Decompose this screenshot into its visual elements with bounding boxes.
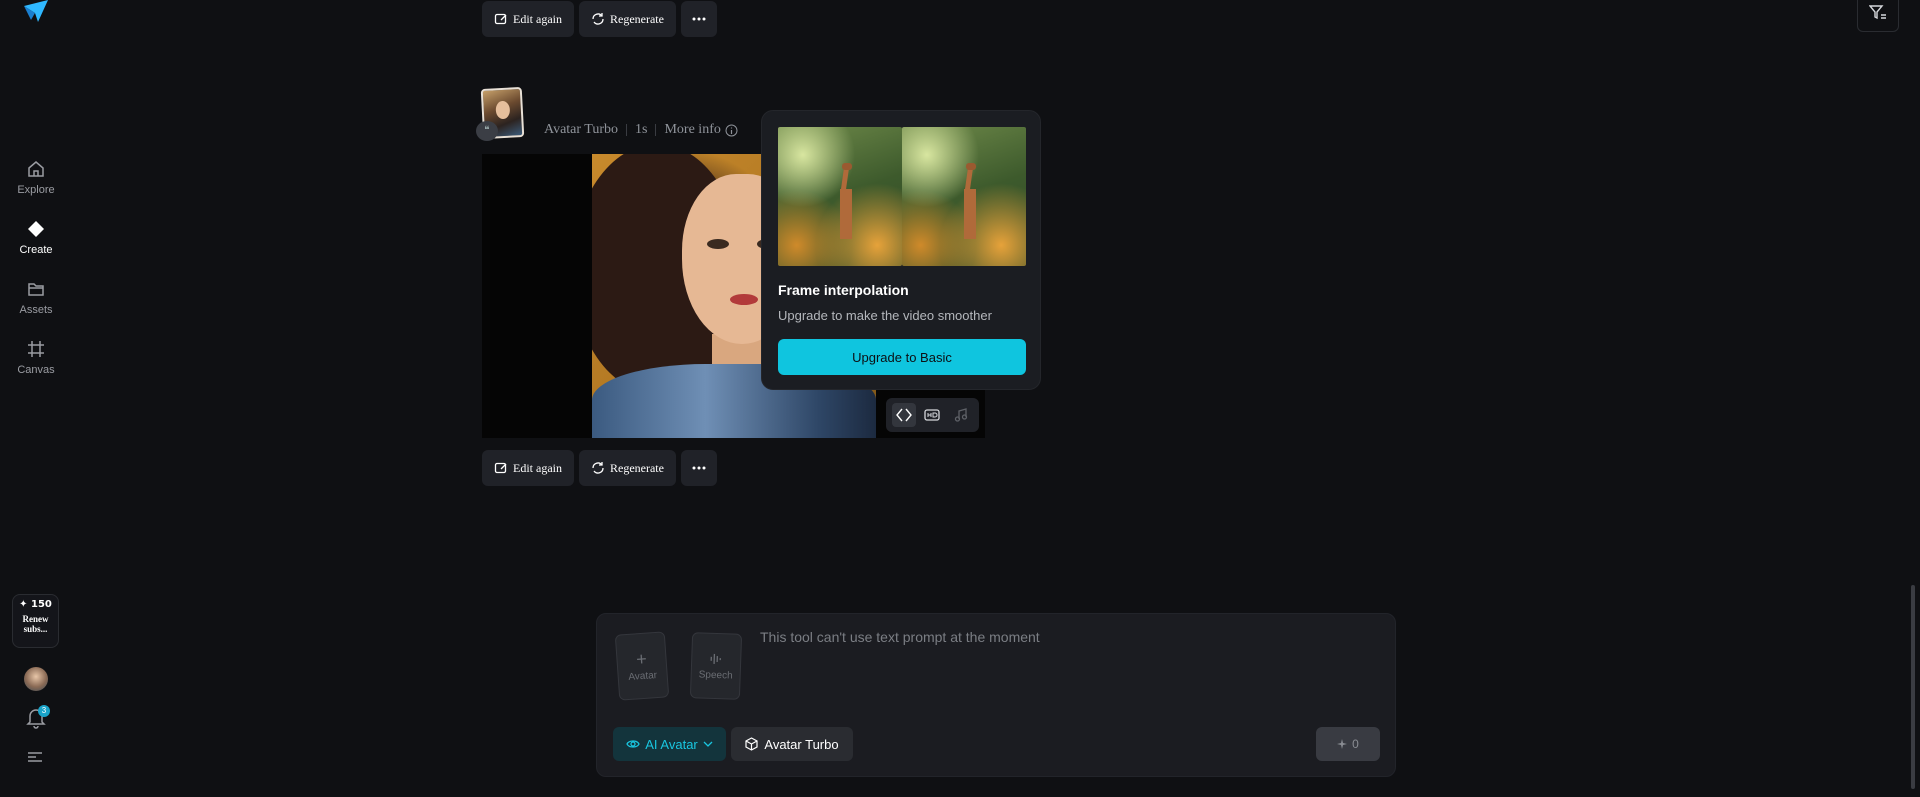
nav-label: Create [19,244,53,256]
filter-icon [1869,5,1886,20]
regenerate-button[interactable]: Regenerate [578,1,676,37]
speech-upload-slot[interactable]: Speech [689,632,743,700]
frame-interpolation-button[interactable] [892,403,917,427]
refresh-icon [592,13,604,25]
more-options-button[interactable] [680,450,717,486]
app-logo-icon[interactable] [22,0,50,24]
nav-item-canvas[interactable]: Canvas [6,332,66,384]
menu-icon[interactable] [26,750,44,764]
nav-item-create[interactable]: Create [6,212,66,264]
hd-upscale-button[interactable] [920,403,944,427]
credits-box[interactable]: ✦ 150 Renew subs... [12,594,59,648]
audio-button[interactable] [949,403,973,427]
avatar-slot-label: Avatar [627,669,658,683]
hd-icon [924,409,941,421]
frame-interpolation-popover: Frame interpolation Upgrade to make the … [761,110,1041,390]
quote-icon: ❝ [476,121,498,141]
model-label: Avatar Turbo [764,736,839,752]
regenerate-button[interactable]: Regenerate [578,450,676,486]
edit-again-button[interactable]: Edit again [482,1,574,37]
credits-value: ✦ 150 [19,599,52,610]
sidebar: Explore Create Assets Canvas ✦ 150 Renew… [0,0,72,797]
frame-interpolation-icon [896,408,913,422]
user-avatar[interactable] [24,667,48,691]
chevron-down-icon [703,741,713,747]
nav-item-assets[interactable]: Assets [6,272,66,324]
music-icon [954,408,967,422]
before-preview-image [778,127,902,266]
edit-again-label: Edit again [513,460,562,475]
edit-again-button[interactable]: Edit again [482,450,574,486]
info-icon[interactable] [725,124,738,137]
model-selector[interactable]: Avatar Turbo [731,727,853,761]
diamond-icon [28,221,44,237]
duration: 1s [635,122,648,137]
video-enhance-controls [886,398,979,432]
eye-icon [626,740,640,748]
edit-icon [494,13,507,25]
mode-selector[interactable]: AI Avatar [613,727,726,761]
model-name: Avatar Turbo [544,122,619,137]
prompt-panel: + Avatar Speech This tool can't use text… [596,613,1396,777]
generation-meta: Avatar Turbo 1s More info [544,122,738,138]
action-row-bottom: Edit again Regenerate [482,450,717,486]
notification-badge: 3 [38,705,50,717]
speech-wave-icon [710,653,721,664]
nav-label: Explore [17,184,55,196]
frame-icon [28,341,44,357]
folder-icon [28,283,44,296]
popover-description: Upgrade to make the video smoother [778,308,992,323]
mode-label: AI Avatar [645,736,698,752]
edit-icon [494,462,507,474]
nav-label: Assets [19,304,53,316]
speech-slot-label: Speech [698,668,733,682]
regenerate-label: Regenerate [609,460,664,475]
more-options-button[interactable] [680,1,717,37]
plus-icon: + [635,648,648,669]
filter-button[interactable] [1857,0,1899,32]
prompt-input[interactable]: This tool can't use text prompt at the m… [760,629,1040,645]
scrollbar[interactable] [1911,585,1915,789]
refresh-icon [592,462,604,474]
edit-again-label: Edit again [513,11,562,26]
more-icon [692,466,706,470]
home-icon [28,161,44,177]
nav-label: Canvas [17,364,55,376]
action-row-top: Edit again Regenerate [482,1,717,37]
after-preview-image [902,127,1026,266]
popover-title: Frame interpolation [778,282,909,298]
upgrade-button[interactable]: Upgrade to Basic [778,339,1026,375]
more-icon [692,17,706,21]
generate-button[interactable]: 0 [1316,727,1380,761]
cube-icon [745,737,758,751]
renew-subscription-link[interactable]: Renew subs... [16,614,55,634]
regenerate-label: Regenerate [609,11,664,26]
more-info-link[interactable]: More info [664,122,720,138]
nav-item-explore[interactable]: Explore [6,152,66,204]
generate-cost: 0 [1352,737,1359,751]
avatar-upload-slot[interactable]: + Avatar [614,631,670,701]
sparkle-icon [1337,739,1348,749]
